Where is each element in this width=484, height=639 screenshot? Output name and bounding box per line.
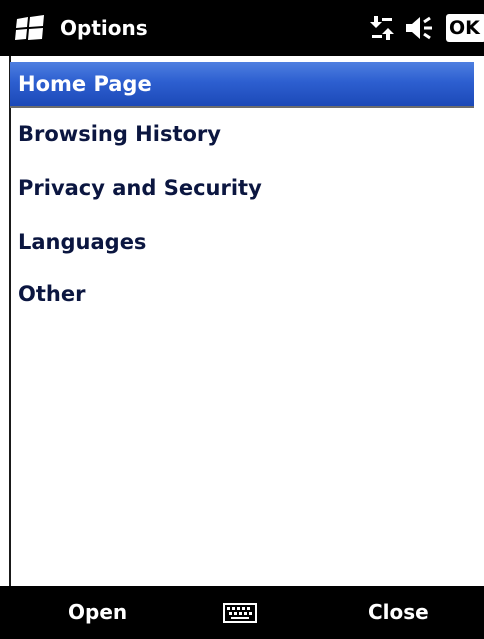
- page-title: Options: [60, 16, 148, 40]
- list-item-browsing-history[interactable]: Browsing History: [10, 112, 474, 156]
- close-softkey[interactable]: Close: [368, 586, 429, 639]
- list-item-home-page[interactable]: Home Page: [10, 62, 474, 106]
- data-connection-icon: [370, 16, 394, 40]
- windows-flag-icon[interactable]: [14, 14, 46, 42]
- keyboard-icon[interactable]: [222, 602, 258, 624]
- options-screen: Options OK Home Page Browsing History Pr…: [0, 0, 484, 639]
- ok-button[interactable]: OK: [446, 14, 484, 42]
- softkey-bar: Open Close: [0, 586, 484, 639]
- list-item-other[interactable]: Other: [10, 272, 474, 316]
- open-softkey[interactable]: Open: [68, 586, 127, 639]
- speaker-icon: [406, 16, 432, 40]
- list-item-privacy-and-security[interactable]: Privacy and Security: [10, 166, 474, 210]
- title-bar: Options OK: [0, 0, 484, 56]
- list-item-languages[interactable]: Languages: [10, 220, 474, 264]
